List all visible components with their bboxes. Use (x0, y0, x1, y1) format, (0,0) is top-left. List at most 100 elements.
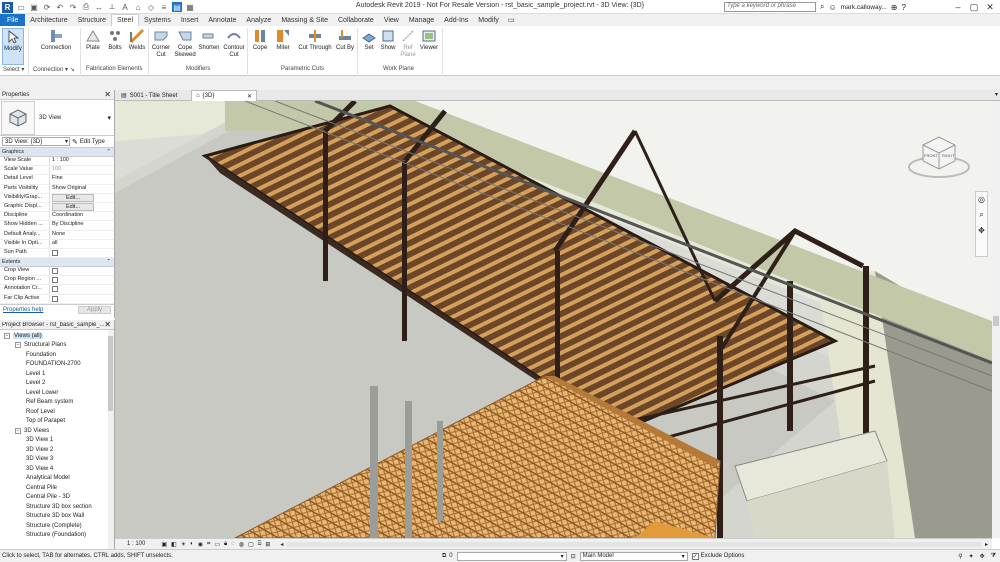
close-icon[interactable]: ✕ (104, 320, 111, 329)
cope-skewed-button[interactable]: Cope Skewed (173, 28, 197, 59)
property-value[interactable]: Fine (50, 175, 114, 183)
sun-path-icon[interactable]: ☀ (181, 541, 186, 548)
browser-item[interactable]: Analytical Model (0, 474, 114, 484)
temporary-view-icon[interactable]: ▢ (248, 541, 254, 548)
section-icon[interactable]: ◇ (146, 2, 156, 12)
tab-analyze[interactable]: Analyze (241, 14, 276, 26)
property-checkbox[interactable] (50, 249, 114, 257)
sync-icon[interactable]: ⟳ (42, 2, 52, 12)
analytical-model-icon[interactable]: ⌸ (258, 541, 262, 548)
browser-item[interactable]: Level 1 (0, 369, 114, 379)
scroll-right-icon[interactable]: ▸ (985, 541, 988, 548)
browser-scrollbar[interactable] (108, 330, 114, 549)
tab-modify[interactable]: Modify (473, 14, 504, 26)
browser-item[interactable]: 3D View 3 (0, 455, 114, 465)
tab-view[interactable]: View (379, 14, 404, 26)
bolts-button[interactable]: Bolts (105, 28, 125, 52)
checkbox[interactable] (52, 286, 58, 293)
measure-icon[interactable]: ↔ (94, 2, 104, 12)
browser-item[interactable]: Level 2 (0, 379, 114, 389)
collapse-icon[interactable]: − (4, 332, 10, 339)
property-value[interactable]: Show Original (50, 185, 114, 193)
tab-structure[interactable]: Structure (73, 14, 111, 26)
connection-button[interactable]: Connection (36, 28, 76, 52)
tab-manage[interactable]: Manage (404, 14, 439, 26)
type-selector[interactable]: 3D View ▾ (0, 100, 114, 136)
browser-item[interactable]: Structure (Foundation) (0, 531, 114, 541)
tab-annotate[interactable]: Annotate (203, 14, 241, 26)
open-icon[interactable]: ▭ (16, 2, 26, 12)
undo-icon[interactable]: ↶ (55, 2, 65, 12)
help-icon[interactable]: ? (901, 3, 905, 12)
visual-style-icon[interactable]: ◧ (171, 541, 177, 548)
steering-wheel-icon[interactable]: ◎ (978, 195, 985, 204)
property-checkbox[interactable] (50, 276, 114, 284)
property-value[interactable]: By Discipline (50, 221, 114, 229)
tab-file[interactable]: File (0, 14, 26, 26)
pan-icon[interactable]: ✥ (978, 226, 985, 235)
save-icon[interactable]: ▣ (29, 2, 39, 12)
user-name[interactable]: mark.calloway... (841, 4, 887, 11)
property-value[interactable]: None (50, 231, 114, 239)
browser-item[interactable]: Central Pile - 3D (0, 493, 114, 503)
view-cube[interactable]: FRONT RIGHT (907, 127, 972, 182)
cope-button[interactable]: Cope (250, 28, 270, 52)
workset-selector[interactable]: ▾ (456, 551, 567, 561)
property-checkbox[interactable] (50, 267, 114, 275)
view-scale[interactable]: 1 : 100 (127, 541, 145, 547)
hide-isolate-icon[interactable]: ◌ (231, 541, 235, 547)
reveal-hidden-icon[interactable]: ◍ (239, 541, 244, 548)
browser-item[interactable]: FOUNDATION-2700 (0, 360, 114, 370)
property-row[interactable]: Far Clip Active (0, 294, 114, 304)
checkbox[interactable] (52, 268, 58, 275)
checkbox[interactable] (52, 277, 58, 284)
chevron-down-icon[interactable]: ▾ (107, 114, 111, 122)
property-row[interactable]: Scale Value 100 (0, 166, 114, 176)
set-button[interactable]: Set (360, 28, 378, 52)
property-row[interactable]: Graphic Displ... Edit... (0, 202, 114, 213)
crop-icon[interactable]: ⌗ (207, 541, 210, 548)
category-extents[interactable]: Extents ⌃ (0, 258, 114, 268)
property-value[interactable]: Coordination (50, 212, 114, 220)
plate-button[interactable]: Plate (83, 28, 103, 52)
browser-item[interactable]: Foundation (0, 350, 114, 360)
checkbox[interactable] (52, 295, 58, 302)
browser-item[interactable]: − Views (all) (0, 331, 114, 341)
tab-title-sheet[interactable]: ▤ S001 - Title Sheet (117, 90, 191, 101)
drag-elements-icon[interactable]: ✥ (980, 553, 985, 560)
viewer-button[interactable]: Viewer (418, 28, 440, 52)
modify-button[interactable]: Modify (2, 28, 24, 65)
browser-item[interactable]: Structure 3D box Wall (0, 512, 114, 522)
miter-button[interactable]: Miter (272, 28, 294, 52)
scroll-left-icon[interactable]: ◂ (280, 541, 283, 548)
browser-item[interactable]: Structure (Complete) (0, 521, 114, 531)
close-icon[interactable]: ✕ (104, 90, 111, 99)
ref-plane-button[interactable]: Ref Plane (398, 28, 418, 59)
thin-lines-icon[interactable]: ≡ (159, 2, 169, 12)
crop-region-icon[interactable]: ▭ (214, 541, 220, 548)
cart-icon[interactable]: ⊕ (891, 3, 898, 12)
tag-icon[interactable]: A (120, 2, 130, 12)
browser-item[interactable]: Level Lower (0, 388, 114, 398)
browser-item[interactable]: 3D View 4 (0, 464, 114, 474)
user-icon[interactable]: ☺ (828, 3, 836, 12)
3d-view-icon[interactable]: ⌂ (133, 2, 143, 12)
minimize-icon[interactable]: – (950, 0, 966, 14)
worksets-icon[interactable]: ⧉ (442, 553, 446, 560)
property-value[interactable]: Edit... (50, 202, 114, 211)
3d-viewport[interactable]: FRONT RIGHT ◎ ⌕ ✥ (115, 101, 992, 538)
property-row[interactable]: Visible In Opti... all (0, 239, 114, 249)
select-pinned-icon[interactable]: ✦ (969, 553, 974, 560)
tab-add-ins[interactable]: Add-Ins (439, 14, 473, 26)
property-value[interactable]: 100 (50, 166, 114, 174)
property-value[interactable]: all (50, 240, 114, 248)
editing-requests-icon[interactable]: ⊡ (571, 553, 576, 560)
show-button[interactable]: Show (379, 28, 397, 52)
maximize-icon[interactable]: ▢ (966, 0, 982, 14)
browser-item[interactable]: Central Pile (0, 483, 114, 493)
property-row[interactable]: Annotation Cr... (0, 285, 114, 295)
browser-item[interactable]: 3D View 2 (0, 445, 114, 455)
browser-item[interactable]: Structure 3D box section (0, 502, 114, 512)
browser-item[interactable]: 3D View 1 (0, 436, 114, 446)
select-links-icon[interactable]: ⚲ (958, 553, 962, 560)
